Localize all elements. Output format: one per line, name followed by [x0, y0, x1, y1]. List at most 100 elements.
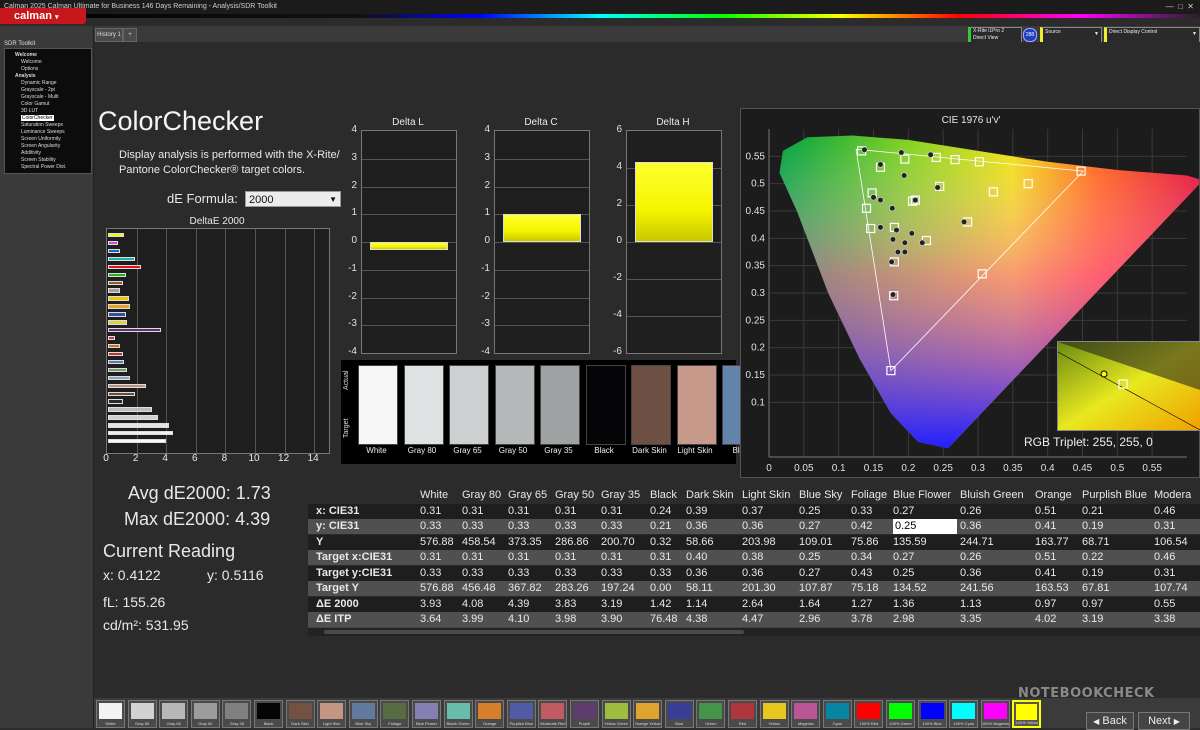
table-cell[interactable]: 0.33: [555, 519, 576, 534]
sidebar-item[interactable]: Options: [21, 66, 38, 72]
table-cell[interactable]: 0.19: [1082, 566, 1103, 581]
color-swatch-button[interactable]: Orange Yellow: [633, 700, 663, 728]
sidebar-item[interactable]: Grayscale - 2pt: [21, 87, 55, 93]
color-swatch-button[interactable]: 100% Green: [886, 700, 915, 728]
table-cell[interactable]: 0.33: [555, 566, 576, 581]
table-cell[interactable]: 0.36: [686, 519, 707, 534]
table-cell[interactable]: 0.27: [893, 550, 914, 565]
sidebar-item[interactable]: Saturation Sweeps: [21, 122, 63, 128]
sidebar-item[interactable]: Welcome: [21, 59, 42, 65]
table-cell[interactable]: 134.52: [893, 581, 927, 596]
app-logo[interactable]: calman ▾: [0, 8, 86, 24]
table-cell[interactable]: 200.70: [601, 535, 635, 550]
table-cell[interactable]: 0.38: [742, 550, 763, 565]
table-cell[interactable]: 244.71: [960, 535, 994, 550]
table-cell[interactable]: 286.86: [555, 535, 589, 550]
sidebar-item[interactable]: Analysis: [15, 73, 36, 79]
color-swatch-button[interactable]: Magenta: [791, 700, 821, 728]
table-scrollbar[interactable]: [308, 627, 1200, 636]
table-cell[interactable]: 0.41: [1035, 566, 1056, 581]
table-cell[interactable]: 0.41: [1035, 519, 1056, 534]
table-cell[interactable]: 283.26: [555, 581, 589, 596]
table-cell[interactable]: 0.00: [650, 581, 671, 596]
color-swatch-button[interactable]: Black: [254, 700, 283, 728]
sidebar-item[interactable]: Color Gamut: [21, 101, 49, 107]
table-cell[interactable]: 0.33: [851, 504, 872, 519]
table-cell[interactable]: 203.98: [742, 535, 776, 550]
table-cell[interactable]: 0.21: [650, 519, 671, 534]
table-cell[interactable]: 3.90: [601, 612, 622, 627]
table-cell[interactable]: 0.26: [960, 504, 981, 519]
table-cell[interactable]: 0.25: [893, 519, 957, 534]
de-formula-select[interactable]: 2000 ▼: [245, 191, 341, 207]
table-cell[interactable]: 0.33: [420, 519, 441, 534]
table-cell[interactable]: 4.47: [742, 612, 763, 627]
color-swatch-button[interactable]: Gray 80: [127, 700, 157, 728]
sidebar-item[interactable]: Additivity: [21, 150, 41, 156]
table-cell[interactable]: 0.26: [960, 550, 981, 565]
table-cell[interactable]: 67.81: [1082, 581, 1110, 596]
sidebar-item[interactable]: Welcome: [15, 52, 37, 58]
color-swatch-button[interactable]: Dark Skin: [285, 700, 315, 728]
table-cell[interactable]: 0.31: [601, 504, 622, 519]
table-cell[interactable]: 107.87: [799, 581, 833, 596]
sidebar-item[interactable]: Spectral Power Dist.: [21, 164, 66, 170]
table-cell[interactable]: 0.43: [851, 566, 872, 581]
table-cell[interactable]: 4.02: [1035, 612, 1056, 627]
sidebar-item[interactable]: Screen Angularity: [21, 143, 60, 149]
table-cell[interactable]: 0.36: [686, 566, 707, 581]
table-cell[interactable]: 58.11: [686, 581, 713, 596]
sidebar-item[interactable]: ColorChecker: [21, 115, 54, 121]
next-button[interactable]: Next ▶: [1138, 712, 1190, 730]
table-cell[interactable]: 3.99: [462, 612, 483, 627]
table-cell[interactable]: 163.77: [1035, 535, 1069, 550]
table-cell[interactable]: 201.30: [742, 581, 776, 596]
sidebar-item[interactable]: Luminance Sweeps: [21, 129, 65, 135]
table-cell[interactable]: 373.35: [508, 535, 542, 550]
table-cell[interactable]: 0.31: [508, 504, 529, 519]
table-cell[interactable]: 0.19: [1082, 519, 1103, 534]
table-cell[interactable]: 0.33: [601, 566, 622, 581]
color-swatch-button[interactable]: 100% Blue: [917, 700, 947, 728]
color-swatch-button[interactable]: Purplish Blue: [506, 700, 536, 728]
color-swatch-button[interactable]: Yellow Green: [601, 700, 631, 728]
table-cell[interactable]: 3.35: [960, 612, 981, 627]
color-swatch-button[interactable]: Blue Flower: [412, 700, 441, 728]
table-cell[interactable]: 0.97: [1082, 597, 1103, 612]
window-controls[interactable]: — □ ✕: [1166, 0, 1194, 14]
table-cell[interactable]: 0.31: [650, 550, 671, 565]
table-cell[interactable]: 0.36: [742, 566, 763, 581]
table-cell[interactable]: 0.46: [1154, 504, 1175, 519]
table-cell[interactable]: 241.56: [960, 581, 994, 596]
table-cell[interactable]: 75.18: [851, 581, 879, 596]
back-button[interactable]: ◀ Back: [1086, 712, 1134, 730]
table-cell[interactable]: 3.78: [851, 612, 872, 627]
sidebar-item[interactable]: 3D LUT: [21, 108, 38, 114]
tab-history-1[interactable]: History 1: [95, 28, 123, 42]
color-swatch-button[interactable]: Gray 35: [222, 700, 252, 728]
table-cell[interactable]: 576.88: [420, 581, 454, 596]
color-swatch-button[interactable]: Red: [728, 700, 757, 728]
table-cell[interactable]: 107.74: [1154, 581, 1188, 596]
color-swatch-button[interactable]: Purple: [570, 700, 599, 728]
color-swatch-button[interactable]: Gray 50: [190, 700, 220, 728]
color-swatch-button[interactable]: Yellow: [759, 700, 789, 728]
color-swatch-button[interactable]: Blue: [664, 700, 694, 728]
table-cell[interactable]: 0.27: [799, 566, 820, 581]
table-cell[interactable]: 0.22: [1082, 550, 1103, 565]
color-swatch-button[interactable]: 100% Magenta: [980, 700, 1010, 728]
color-swatch-button[interactable]: White: [96, 700, 125, 728]
table-cell[interactable]: 0.25: [799, 504, 820, 519]
color-swatch-button[interactable]: Gray 65: [159, 700, 189, 728]
table-cell[interactable]: 0.27: [893, 504, 914, 519]
table-cell[interactable]: 0.31: [1154, 519, 1175, 534]
table-cell[interactable]: 4.38: [686, 612, 707, 627]
table-cell[interactable]: 0.33: [420, 566, 441, 581]
table-cell[interactable]: 0.31: [601, 550, 622, 565]
table-cell[interactable]: 0.31: [420, 504, 441, 519]
add-tab-button[interactable]: +: [123, 28, 137, 42]
table-cell[interactable]: 0.33: [462, 519, 483, 534]
table-cell[interactable]: 456.48: [462, 581, 496, 596]
table-cell[interactable]: 0.31: [555, 550, 576, 565]
table-cell[interactable]: 0.27: [799, 519, 820, 534]
